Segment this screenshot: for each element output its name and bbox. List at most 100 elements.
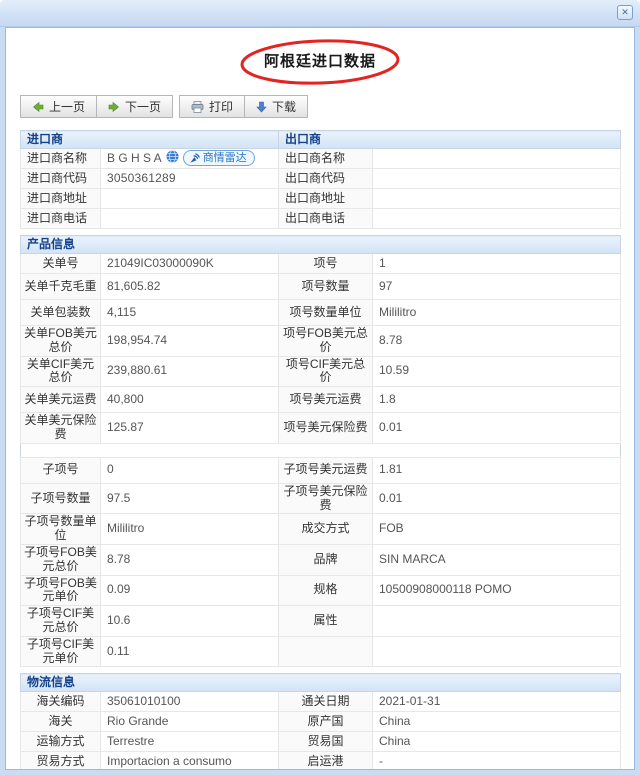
field-value [99,188,280,209]
import-data-window: ✕ 阿根廷进口数据 上一页 下一页 打印 下载 进口商 出口商 进口商名称 B … [0,0,640,775]
field-label: 运输方式 [20,731,101,753]
field-label: 关单美元运费 [20,386,101,414]
field-label: 进口商地址 [20,188,101,209]
toolbar: 上一页 下一页 打印 下载 [20,95,634,118]
importer-section-header: 进口商 [19,130,280,149]
field-value: 97.5 [100,482,279,515]
radar-icon [190,153,200,163]
window-body: 阿根廷进口数据 上一页 下一页 打印 下载 进口商 出口商 进口商名称 B G … [5,27,635,770]
field-value [372,168,622,189]
field-value: 1 [371,253,622,274]
logistics-table: 物流信息 海关编码 35061010100 通关日期 2021-01-31 海关… [19,673,622,769]
product-info-table: 产品信息 关单号 21049IC03000090K 项号 1 关单千克毛重 81… [19,235,622,668]
field-value [372,208,622,229]
field-label: 出口商地址 [278,188,374,209]
exporter-section-header: 出口商 [278,130,622,149]
field-label: 海关编码 [20,691,101,713]
field-value [371,605,622,637]
importer-name-value: B G H S A [107,150,162,165]
field-value [372,148,622,169]
print-button[interactable]: 打印 [179,95,246,118]
field-value: 10.59 [371,355,622,388]
field-label: 出口商名称 [278,148,374,169]
prev-page-button[interactable]: 上一页 [20,95,98,118]
arrow-left-icon [33,101,44,112]
field-label: 贸易国 [278,731,373,753]
print-label: 打印 [209,100,234,114]
field-label: 项号美元保险费 [278,412,373,444]
field-value: 2021-01-31 [371,691,622,713]
field-value: 0.09 [100,574,279,607]
field-value: 8.78 [371,325,622,357]
field-label: 项号数量单位 [278,299,373,326]
field-label [278,635,373,668]
field-label: 子项号FOB美元总价 [20,543,101,576]
field-label: 品牌 [278,543,373,576]
field-value: 10500908000118 POMO [371,574,622,607]
party-table: 进口商 出口商 进口商名称 B G H S A 商情雷达 出口商名称 进口商代码… [19,130,622,229]
field-value: 35061010100 [100,691,279,713]
field-label: 关单千克毛重 [20,273,101,300]
field-value: China [371,711,622,733]
logistics-section-header: 物流信息 [19,673,622,693]
close-icon[interactable]: ✕ [617,5,633,20]
field-label: 成交方式 [278,513,373,545]
field-value: 10.6 [100,605,279,637]
field-value: 0.01 [371,482,622,515]
field-label: 属性 [278,605,373,637]
product-section-header: 产品信息 [19,235,622,254]
field-label: 项号CIF美元总价 [278,355,373,388]
download-label: 下载 [272,100,297,114]
download-icon [256,101,267,112]
field-value: Mililitro [371,299,622,326]
field-label: 项号FOB美元总价 [278,325,373,357]
field-value: 40,800 [100,386,279,414]
field-label: 关单号 [20,253,101,274]
field-value: 97 [371,273,622,300]
prev-page-label: 上一页 [49,100,86,114]
field-value: 1.8 [371,386,622,414]
business-radar-badge[interactable]: 商情雷达 [182,150,255,167]
field-value: 0.01 [371,412,622,444]
field-value: Rio Grande [100,711,279,733]
field-label: 子项号美元保险费 [278,482,373,515]
globe-icon[interactable] [166,150,179,167]
field-value: Mililitro [100,513,279,545]
field-value: 239,880.61 [100,355,279,388]
field-value: 81,605.82 [100,273,279,300]
field-value: 21049IC03000090K [100,253,279,274]
field-value: 8.78 [100,543,279,576]
field-label: 规格 [278,574,373,607]
title-block: 阿根廷进口数据 [20,38,620,86]
field-value: SIN MARCA [371,543,622,576]
field-label: 出口商电话 [278,208,374,229]
field-label: 子项号数量 [20,482,101,515]
next-page-label: 下一页 [125,100,162,114]
field-label: 子项号 [20,456,101,484]
next-page-button[interactable]: 下一页 [96,95,174,118]
radar-badge-label: 商情雷达 [202,152,247,165]
spacer-row [20,442,621,458]
field-value [372,188,622,209]
importer-name-cell: B G H S A 商情雷达 [99,148,280,169]
window-titlebar[interactable]: ✕ [0,0,640,27]
field-label: 出口商代码 [278,168,374,189]
field-value: 0 [100,456,279,484]
field-label: 关单CIF美元总价 [20,355,101,388]
field-label: 关单包装数 [20,299,101,326]
field-label: 海关 [20,711,101,733]
importer-code-value: 3050361289 [99,168,280,189]
field-label: 进口商名称 [20,148,101,169]
field-value: 0.11 [100,635,279,668]
page-title: 阿根廷进口数据 [263,53,376,70]
field-label: 贸易方式 [20,751,101,769]
field-label: 项号数量 [278,273,373,300]
field-value: Importacion a consumo [100,751,279,769]
field-value [371,635,622,668]
download-button[interactable]: 下载 [244,95,309,118]
field-value: 4,115 [100,299,279,326]
field-label: 子项号FOB美元单价 [20,574,101,607]
field-value: 125.87 [100,412,279,444]
field-label: 原产国 [278,711,373,733]
field-label: 子项号CIF美元单价 [20,635,101,668]
